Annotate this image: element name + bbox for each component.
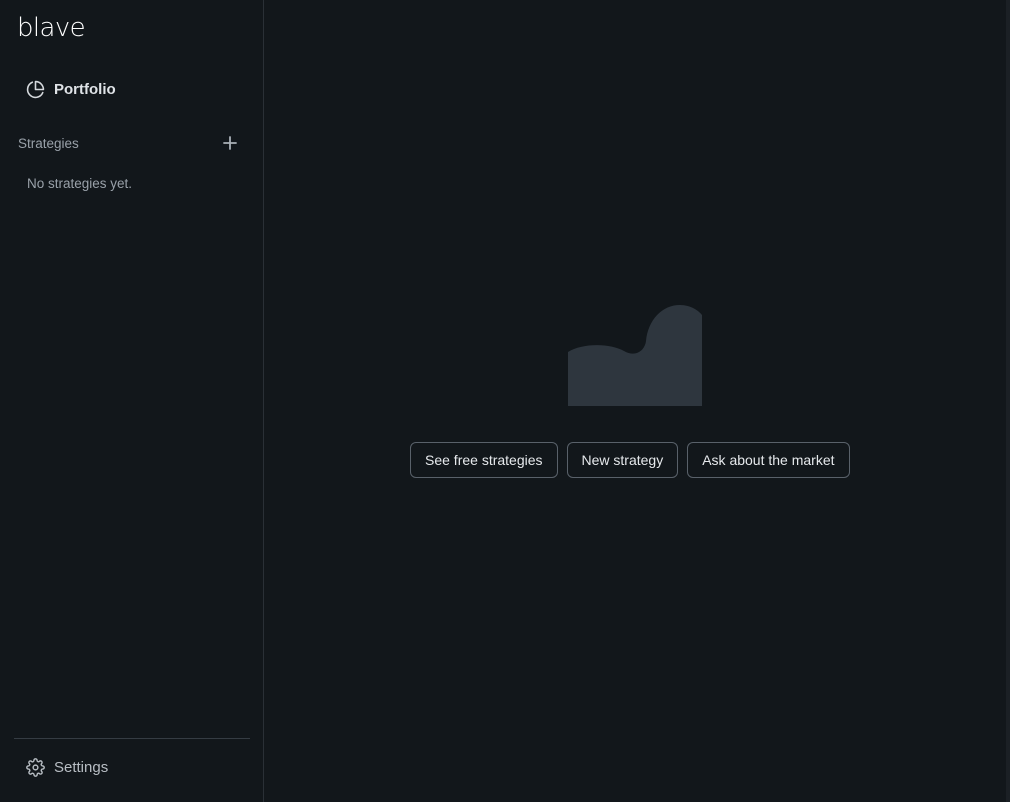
sidebar-item-label: Settings — [54, 758, 109, 776]
main-content: See free strategies New strategy Ask abo… — [264, 0, 1010, 802]
pie-chart-icon — [26, 80, 45, 99]
gear-icon — [26, 757, 45, 777]
strategies-section-header: Strategies — [18, 133, 240, 153]
new-strategy-button[interactable]: New strategy — [566, 442, 679, 478]
empty-state-actions: See free strategies New strategy Ask abo… — [410, 442, 850, 478]
sidebar-divider — [14, 738, 250, 739]
strategies-header-label: Strategies — [18, 135, 79, 151]
brand-logo[interactable]: blave — [17, 12, 86, 44]
empty-state-wave-illustration — [568, 305, 702, 406]
strategies-empty-text: No strategies yet. — [27, 176, 133, 191]
ask-about-market-button[interactable]: Ask about the market — [687, 442, 850, 478]
see-free-strategies-button[interactable]: See free strategies — [410, 442, 558, 478]
add-strategy-button[interactable] — [220, 133, 240, 153]
app-window: blave Portfolio Strategies No strategies… — [0, 0, 1010, 802]
plus-icon — [223, 136, 237, 150]
sidebar-item-label: Portfolio — [54, 80, 116, 98]
sidebar: blave Portfolio Strategies No strategies… — [0, 0, 264, 802]
sidebar-item-portfolio[interactable]: Portfolio — [14, 71, 250, 107]
sidebar-item-settings[interactable]: Settings — [14, 749, 250, 785]
main-scrollbar[interactable] — [1006, 0, 1010, 802]
